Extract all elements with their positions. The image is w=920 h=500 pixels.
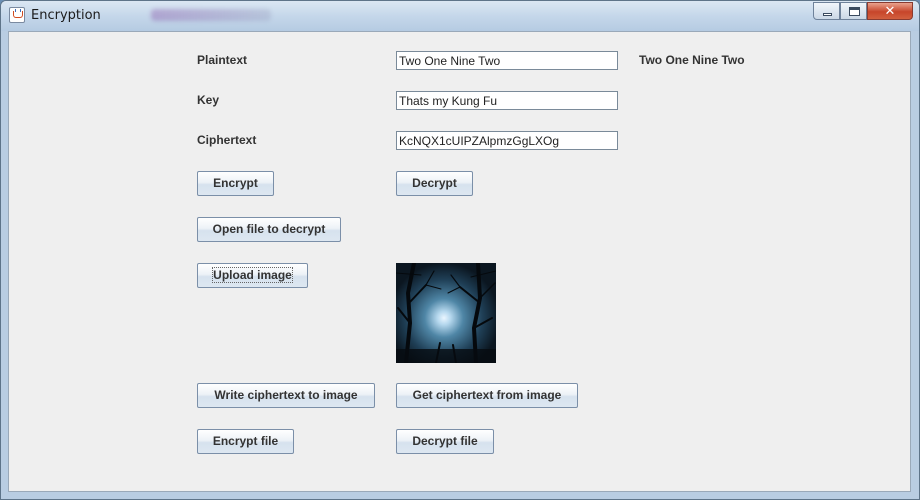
key-input[interactable] [396, 91, 618, 110]
encrypt-file-button[interactable]: Encrypt file [197, 429, 294, 454]
write-ciphertext-to-image-button[interactable]: Write ciphertext to image [197, 383, 375, 408]
open-file-to-decrypt-button[interactable]: Open file to decrypt [197, 217, 341, 242]
uploaded-image-preview [396, 263, 496, 363]
decrypt-button[interactable]: Decrypt [396, 171, 473, 196]
plaintext-input[interactable] [396, 51, 618, 70]
close-button[interactable]: ✕ [867, 2, 913, 20]
upload-image-button[interactable]: Upload image [197, 263, 308, 288]
get-ciphertext-from-image-button[interactable]: Get ciphertext from image [396, 383, 578, 408]
java-cup-icon[interactable] [9, 7, 25, 23]
close-icon: ✕ [884, 4, 896, 19]
decrypt-file-button[interactable]: Decrypt file [396, 429, 494, 454]
plaintext-label: Plaintext [197, 53, 248, 67]
window-title: Encryption [31, 8, 101, 23]
plaintext-echo: Two One Nine Two [639, 53, 745, 67]
key-label: Key [197, 93, 220, 107]
application-window: Encryption ✕ Plaintext Two One Nine Two … [0, 0, 920, 500]
encrypt-button[interactable]: Encrypt [197, 171, 274, 196]
night-forest-image [396, 263, 496, 363]
ciphertext-input[interactable] [396, 131, 618, 150]
title-bar[interactable]: Encryption ✕ [1, 1, 919, 31]
background-window-ghost [151, 9, 271, 21]
ciphertext-label: Ciphertext [197, 133, 257, 147]
window-controls: ✕ [813, 2, 913, 20]
minimize-icon [823, 13, 832, 16]
maximize-icon [849, 7, 860, 16]
upload-image-label: Upload image [212, 267, 293, 283]
main-panel: Plaintext Two One Nine Two Key Ciphertex… [8, 31, 911, 492]
maximize-button[interactable] [840, 2, 867, 20]
minimize-button[interactable] [813, 2, 840, 20]
